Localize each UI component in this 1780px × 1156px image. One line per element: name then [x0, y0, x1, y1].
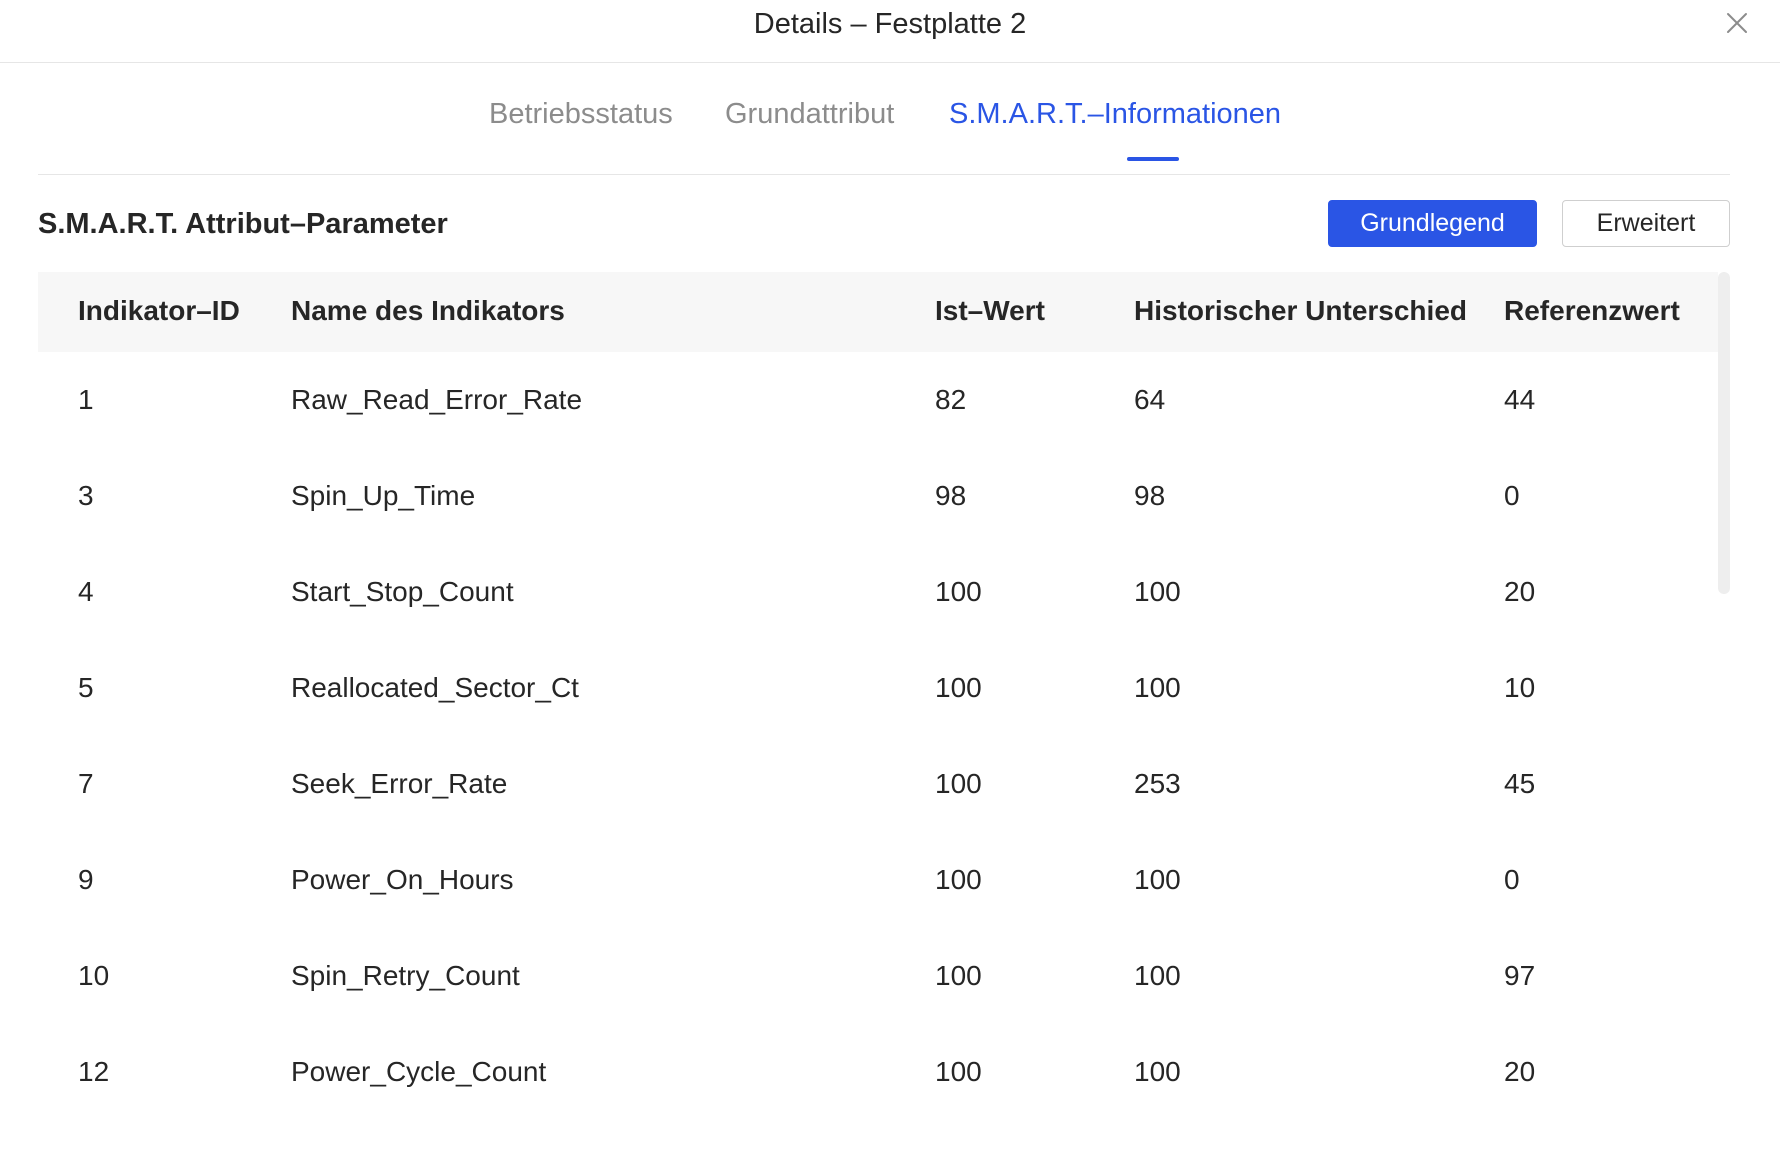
cell-history-difference: 100 [1134, 864, 1181, 895]
cell-history-difference: 100 [1134, 1056, 1181, 1087]
cell-id: 3 [78, 480, 94, 511]
cell-current-value: 100 [935, 768, 982, 799]
section-title: S.M.A.R.T. Attribut–Parameter [38, 208, 448, 240]
table-scrollbar[interactable] [1718, 272, 1730, 594]
cell-id: 1 [78, 384, 94, 415]
cell-current-value: 82 [935, 384, 967, 415]
table-row: 10 Spin_Retry_Count 100 100 97 [38, 928, 1718, 1024]
cell-id: 12 [78, 1056, 110, 1087]
cell-current-value: 100 [935, 576, 982, 607]
cell-id: 10 [78, 960, 110, 991]
advanced-view-button[interactable]: Erweitert [1562, 200, 1730, 247]
cell-reference-value: 0 [1504, 864, 1520, 895]
cell-name: Reallocated_Sector_Ct [291, 672, 579, 703]
cell-current-value: 100 [935, 864, 982, 895]
cell-reference-value: 20 [1504, 576, 1536, 607]
cell-history-difference: 253 [1134, 768, 1181, 799]
cell-id: 5 [78, 672, 94, 703]
cell-name: Spin_Up_Time [291, 480, 476, 511]
dialog-title: Details – Festplatte 2 [753, 8, 1027, 40]
cell-name: Start_Stop_Count [291, 576, 514, 607]
cell-reference-value: 10 [1504, 672, 1536, 703]
tab-grundattribut[interactable]: Grundattribut [725, 97, 894, 131]
details-dialog: Details – Festplatte 2 Betriebsstatus Gr… [0, 0, 1780, 1156]
table-row: 12 Power_Cycle_Count 100 100 20 [38, 1024, 1718, 1120]
cell-current-value: 98 [935, 480, 967, 511]
table-row: 4 Start_Stop_Count 100 100 20 [38, 544, 1718, 640]
table-row: 3 Spin_Up_Time 98 98 0 [38, 448, 1718, 544]
smart-attribute-table: Indikator–ID Name des Indikators Ist–Wer… [38, 272, 1718, 1156]
cell-current-value: 100 [935, 672, 982, 703]
cell-reference-value: 20 [1504, 1056, 1536, 1087]
table-row: 9 Power_On_Hours 100 100 0 [38, 832, 1718, 928]
close-button[interactable] [1722, 8, 1752, 38]
table-body: 1 Raw_Read_Error_Rate 82 64 44 3 Spin_Up… [38, 352, 1718, 1120]
active-tab-indicator [1127, 157, 1179, 161]
cell-reference-value: 45 [1504, 768, 1536, 799]
cell-reference-value: 0 [1504, 480, 1520, 511]
cell-reference-value: 44 [1504, 384, 1536, 415]
cell-name: Power_On_Hours [291, 864, 514, 895]
cell-name: Power_Cycle_Count [291, 1056, 547, 1087]
cell-history-difference: 100 [1134, 672, 1181, 703]
column-header-name: Name des Indikators [291, 295, 565, 326]
table-header: Indikator–ID Name des Indikators Ist–Wer… [38, 272, 1718, 352]
table-row: 1 Raw_Read_Error_Rate 82 64 44 [38, 352, 1718, 448]
column-header-history-difference: Historischer Unterschied [1134, 295, 1467, 326]
cell-current-value: 100 [935, 960, 982, 991]
column-header-reference-value: Referenzwert [1504, 295, 1680, 326]
tab-bar: Betriebsstatus Grundattribut S.M.A.R.T.–… [38, 88, 1730, 175]
close-icon [1727, 13, 1747, 33]
cell-history-difference: 100 [1134, 576, 1181, 607]
tab-betriebsstatus[interactable]: Betriebsstatus [489, 97, 673, 131]
cell-reference-value: 97 [1504, 960, 1536, 991]
cell-id: 9 [78, 864, 94, 895]
cell-name: Raw_Read_Error_Rate [291, 384, 583, 415]
cell-name: Spin_Retry_Count [291, 960, 520, 991]
table-row: 5 Reallocated_Sector_Ct 100 100 10 [38, 640, 1718, 736]
basic-view-button[interactable]: Grundlegend [1328, 200, 1537, 247]
cell-current-value: 100 [935, 1056, 982, 1087]
cell-id: 7 [78, 768, 94, 799]
tab-smart-informationen[interactable]: S.M.A.R.T.–Informationen [949, 97, 1281, 131]
cell-history-difference: 100 [1134, 960, 1181, 991]
column-header-current-value: Ist–Wert [935, 295, 1045, 326]
column-header-id: Indikator–ID [78, 295, 240, 326]
cell-id: 4 [78, 576, 94, 607]
cell-history-difference: 64 [1134, 384, 1166, 415]
table-row: 7 Seek_Error_Rate 100 253 45 [38, 736, 1718, 832]
cell-history-difference: 98 [1134, 480, 1166, 511]
dialog-header: Details – Festplatte 2 [0, 0, 1780, 63]
cell-name: Seek_Error_Rate [291, 768, 508, 799]
